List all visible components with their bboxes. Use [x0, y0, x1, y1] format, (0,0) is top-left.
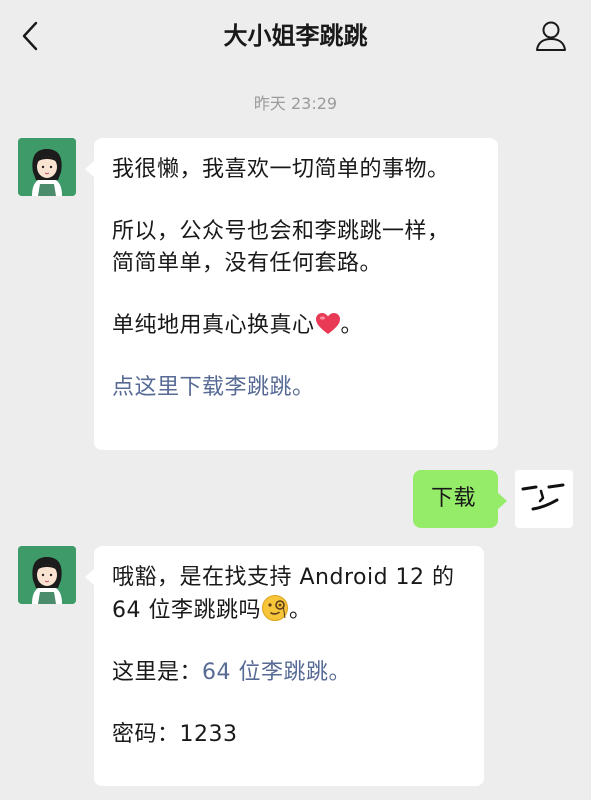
monocle-face-icon [262, 595, 288, 621]
chat-header: 大小姐李跳跳 [0, 0, 591, 72]
red-heart-icon [315, 313, 340, 334]
chat-title: 大小姐李跳跳 [223, 22, 368, 50]
message-bubble[interactable]: 我很懒，我喜欢一切简单的事物。 所以，公众号也会和李跳跳一样， 简简单单，没有任… [85, 138, 498, 450]
girl-avatar-icon [18, 138, 76, 196]
smirk-face-icon [515, 470, 573, 528]
back-button[interactable] [14, 20, 46, 52]
message-timestamp: 昨天 23:29 [253, 94, 338, 113]
message-text-line: 64 位李跳跳吗 。 [112, 594, 466, 627]
download-64bit-link[interactable]: 64 位李跳跳。 [202, 660, 351, 685]
message-text: 哦豁，是在找支持 Android 12 的 [112, 565, 455, 590]
message-text: 所以，公众号也会和李跳跳一样， [112, 219, 450, 244]
password-text: 密码：1233 [112, 722, 238, 747]
message-text: 我很懒，我喜欢一切简单的事物。 [112, 157, 450, 182]
message-bubble-self[interactable]: 下载 [413, 470, 507, 528]
message-text: 单纯地用真心换真心 [112, 313, 315, 338]
message-text: 简简单单，没有任何套路。 [112, 251, 383, 276]
message-text-line: 这里是：64 位李跳跳。 [112, 657, 466, 689]
message-text: 。 [340, 313, 364, 338]
chat-info-button[interactable] [533, 18, 569, 54]
message-text-line: 单纯地用真心换真心。 [112, 310, 480, 342]
message-text: 64 位李跳跳吗 [112, 598, 261, 623]
my-avatar[interactable] [515, 470, 573, 528]
girl-avatar-icon [18, 546, 76, 604]
message-bubble[interactable]: 哦豁，是在找支持 Android 12 的 64 位李跳跳吗。 这里是：64 位… [85, 546, 484, 786]
contact-avatar[interactable] [18, 138, 76, 196]
message-text: 下载 [431, 486, 477, 511]
contact-avatar[interactable] [18, 546, 76, 604]
message-text: 这里是： [112, 660, 203, 685]
chevron-left-icon [22, 21, 38, 51]
download-link[interactable]: 点这里下载李跳跳。 [112, 372, 480, 404]
person-icon [536, 21, 566, 51]
message-text: 。 [289, 598, 312, 623]
